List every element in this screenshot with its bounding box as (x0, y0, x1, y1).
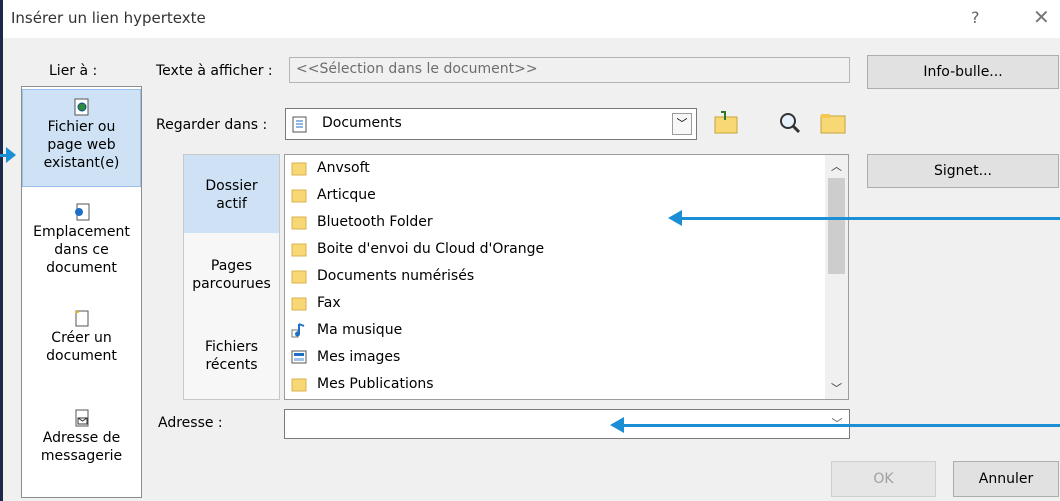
scroll-up-icon[interactable]: ︿ (831, 158, 842, 174)
tooltip-button[interactable]: Info-bulle... (867, 55, 1059, 89)
help-button[interactable]: ? (971, 8, 980, 27)
list-item[interactable]: Mes Publications (291, 373, 434, 395)
music-folder-icon (291, 323, 305, 338)
look-in-value: Documents (322, 115, 402, 131)
folder-icon (291, 378, 307, 392)
folder-up-icon (714, 111, 738, 134)
list-item-label: Mes Publications (317, 376, 434, 392)
tab-recent-files-label-2: récents (205, 357, 258, 373)
display-text-value: <<Sélection dans le document>> (296, 61, 538, 77)
annotation-arrow-address (622, 424, 1060, 427)
bookmark-button[interactable]: Signet... (867, 154, 1059, 188)
email-icon (75, 409, 88, 427)
link-existing-file-label-2: page web (47, 137, 116, 153)
look-in-label: Regarder dans : (156, 117, 268, 133)
display-text-label: Texte à afficher : (156, 63, 273, 79)
ok-button[interactable]: OK (831, 461, 936, 497)
list-item-label: Fax (317, 295, 341, 311)
list-item-label: Ma musique (317, 322, 403, 338)
annotation-arrowhead-address (610, 417, 624, 433)
chevron-down-icon[interactable]: ﹀ (672, 113, 692, 135)
up-folder-button[interactable] (711, 108, 741, 138)
tab-browsed-pages-label-2: parcourues (192, 276, 271, 292)
tab-browsed-pages[interactable]: Pages parcourues (184, 257, 279, 307)
tab-current-folder[interactable]: Dossier actif (184, 155, 279, 233)
link-existing-file-label-1: Fichier ou (47, 119, 116, 135)
list-item[interactable]: Fax (291, 292, 341, 314)
list-item-label: Articque (317, 187, 376, 203)
browse-tabs: Dossier actif Pages parcourues Fichiers … (183, 154, 280, 400)
file-web-icon (74, 98, 88, 116)
folder-icon (291, 297, 307, 311)
close-button[interactable]: ✕ (1033, 5, 1050, 29)
link-existing-file-label-3: existant(e) (43, 155, 120, 171)
scroll-down-icon[interactable]: ﹀ (831, 380, 842, 396)
link-place-label-1: Emplacement (33, 224, 130, 240)
list-item-label: Anvsoft (317, 160, 370, 176)
link-email-label-2: messagerie (40, 448, 123, 464)
list-item-label: Bluetooth Folder (317, 214, 433, 230)
look-in-dropdown[interactable]: Documents ﹀ (285, 108, 697, 140)
tab-recent-files-label-1: Fichiers (204, 339, 259, 355)
documents-icon (292, 116, 307, 133)
link-existing-file[interactable]: Fichier ou page web existant(e) (22, 89, 141, 187)
list-item[interactable]: Mes images (291, 346, 400, 368)
pictures-folder-icon (291, 350, 307, 364)
display-text-field[interactable]: <<Sélection dans le document>> (289, 57, 850, 83)
link-create-label-2: document (46, 348, 117, 364)
folder-icon (291, 216, 307, 230)
folder-icon (291, 270, 307, 284)
list-item-label: Boite d'envoi du Cloud d'Orange (317, 241, 545, 257)
folder-icon (291, 243, 307, 257)
link-place-label-2: dans ce (54, 242, 109, 258)
link-email-address[interactable]: Adresse de messagerie (22, 405, 141, 489)
tab-current-folder-label-2: actif (216, 196, 247, 212)
title-bar: Insérer un lien hypertexte ? ✕ (3, 0, 1060, 38)
link-create-document[interactable]: Créer un document (22, 305, 141, 389)
list-item[interactable]: Ma musique (291, 319, 402, 341)
tab-recent-files[interactable]: Fichiers récents (184, 338, 279, 388)
link-to-label: Lier à : (49, 63, 98, 79)
address-label: Adresse : (158, 415, 223, 431)
list-item-label: Documents numérisés (317, 268, 475, 284)
file-list[interactable]: Anvsoft Articque Bluetooth Folder Boite … (284, 154, 849, 400)
list-item[interactable]: Boite d'envoi du Cloud d'Orange (291, 238, 544, 260)
tab-browsed-pages-label-1: Pages (210, 258, 253, 274)
folder-icon (291, 162, 307, 176)
link-place-in-document[interactable]: Emplacement dans ce document (22, 197, 141, 293)
annotation-arrow-filelist (680, 217, 1060, 220)
link-create-label-1: Créer un (51, 330, 112, 346)
new-document-icon (74, 310, 88, 327)
annotation-arrowhead-linkbar (6, 147, 16, 163)
cancel-button[interactable]: Annuler (953, 461, 1059, 497)
open-folder-icon (820, 114, 846, 134)
document-place-icon (74, 203, 89, 221)
list-item[interactable]: Anvsoft (291, 157, 370, 179)
browse-web-button[interactable] (775, 108, 805, 138)
browse-file-button[interactable] (818, 108, 848, 138)
list-item[interactable]: Documents numérisés (291, 265, 474, 287)
link-to-bar: Fichier ou page web existant(e) Emplacem… (21, 86, 142, 498)
browse-web-icon (780, 113, 801, 134)
dialog-title: Insérer un lien hypertexte (11, 9, 206, 27)
link-email-label-1: Adresse de (42, 430, 121, 446)
scrollbar-thumb[interactable] (828, 178, 845, 274)
list-item[interactable]: Bluetooth Folder (291, 211, 433, 233)
annotation-arrowhead-filelist (668, 210, 682, 226)
list-item-label: Mes images (317, 349, 401, 365)
folder-icon (291, 189, 307, 203)
link-place-label-3: document (46, 260, 117, 276)
list-item[interactable]: Articque (291, 184, 376, 206)
tab-current-folder-label-1: Dossier (205, 178, 258, 194)
